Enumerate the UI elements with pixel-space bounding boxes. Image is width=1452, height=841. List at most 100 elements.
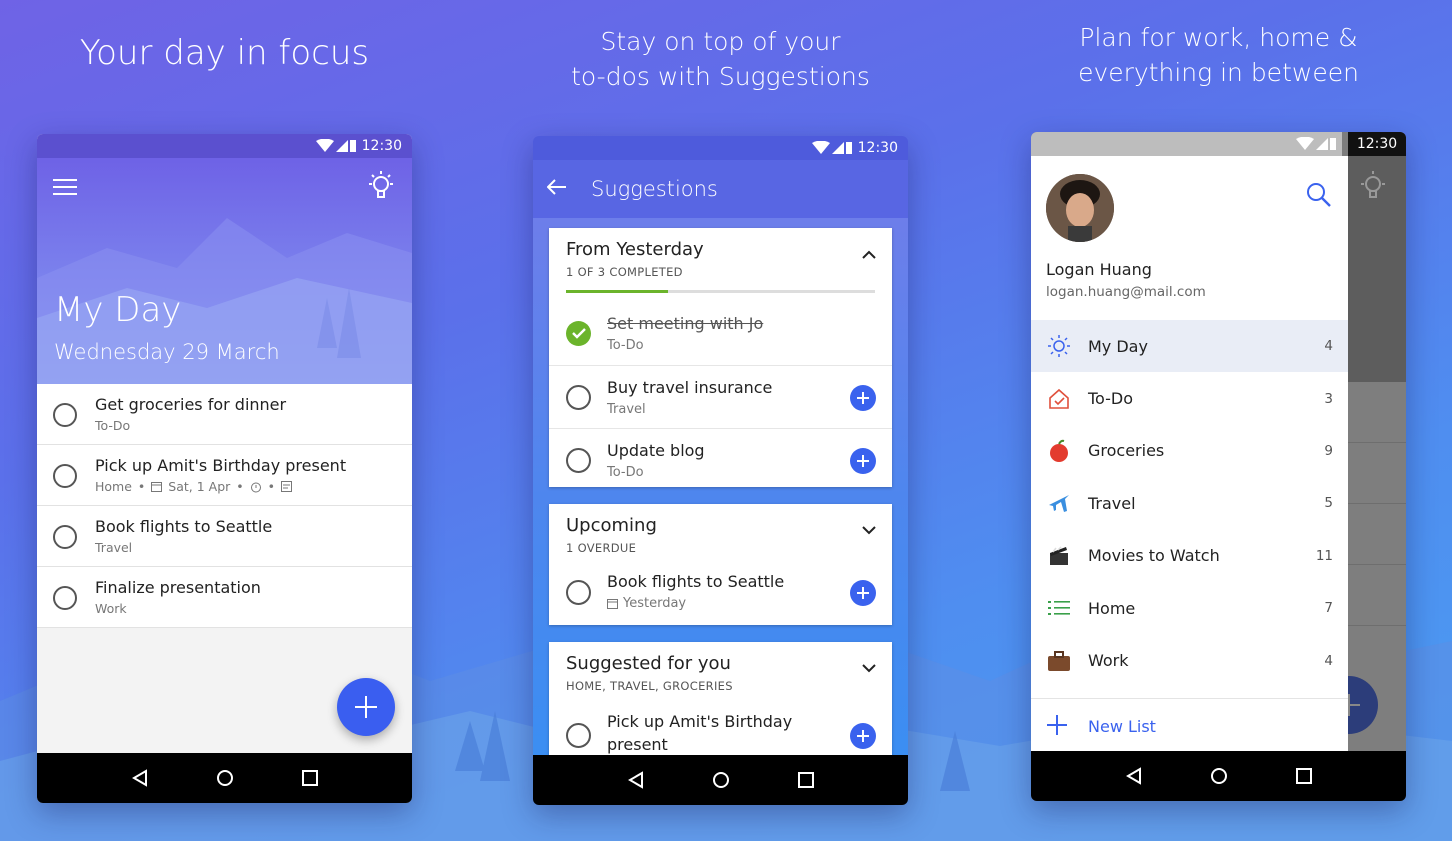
add-to-my-day-button[interactable]: [850, 385, 876, 411]
suggestion-row[interactable]: Set meeting with Jo To-Do: [549, 302, 892, 365]
lightbulb-icon[interactable]: [366, 170, 396, 206]
headline-3-line-2: everything in between: [1078, 58, 1359, 87]
back-arrow-icon[interactable]: [546, 179, 567, 199]
suggestion-title: Pick up Amit's Birthday present: [607, 710, 792, 755]
chevron-down-icon[interactable]: [862, 520, 876, 539]
list-item-home[interactable]: Home 7: [1031, 582, 1348, 634]
section-header[interactable]: Suggested for you HOME, TRAVEL, GROCERIE…: [549, 642, 892, 706]
calendar-icon: [607, 599, 618, 609]
list-item-travel[interactable]: Travel 5: [1031, 477, 1348, 529]
section-heading: From Yesterday: [566, 239, 704, 260]
search-icon[interactable]: [1306, 182, 1332, 212]
signal-icons: [1296, 137, 1336, 151]
suggestions-list: From Yesterday 1 OF 3 COMPLETED Set meet…: [533, 218, 908, 755]
suggestion-list: To-Do: [607, 465, 644, 480]
task-checkbox[interactable]: [566, 385, 591, 410]
add-to-my-day-button[interactable]: [850, 448, 876, 474]
phone-suggestions: 12:30 Suggestions From Yesterday 1 OF 3 …: [533, 136, 908, 805]
back-nav-icon[interactable]: [624, 768, 648, 792]
new-list-label: New List: [1088, 717, 1156, 736]
list-label: Movies to Watch: [1088, 546, 1220, 566]
plus-icon: [1047, 714, 1067, 739]
plus-icon: [857, 730, 869, 742]
avatar[interactable]: [1046, 174, 1114, 242]
chevron-up-icon[interactable]: [862, 244, 876, 263]
recents-nav-icon[interactable]: [1292, 764, 1316, 788]
task-title: Get groceries for dinner: [95, 395, 287, 414]
task-row[interactable]: Pick up Amit's Birthday present Home • S…: [37, 445, 412, 506]
progress-bar: [566, 290, 875, 293]
list-count: 3: [1324, 390, 1333, 407]
list-count: 9: [1324, 442, 1333, 459]
list-count: 4: [1324, 338, 1333, 355]
suggestion-title: Set meeting with Jo: [607, 314, 764, 333]
suggestion-list: Travel: [607, 402, 646, 417]
status-bar: 12:30: [1031, 132, 1406, 156]
task-row[interactable]: Book flights to Seattle Travel: [37, 506, 412, 567]
recents-nav-icon[interactable]: [794, 768, 818, 792]
list-item-groceries[interactable]: Groceries 9: [1031, 425, 1348, 477]
suggestion-row[interactable]: Buy travel insurance Travel: [549, 365, 892, 428]
task-row[interactable]: Finalize presentation Work: [37, 567, 412, 628]
add-to-my-day-button[interactable]: [850, 723, 876, 749]
task-meta: Home • Sat, 1 Apr • •: [95, 479, 293, 494]
chevron-down-icon[interactable]: [862, 658, 876, 677]
task-checkbox[interactable]: [53, 586, 77, 610]
home-nav-icon[interactable]: [1207, 764, 1231, 788]
hamburger-menu-icon[interactable]: [53, 178, 77, 200]
section-header[interactable]: From Yesterday 1 OF 3 COMPLETED: [549, 228, 892, 293]
suggestion-due-date: Yesterday: [623, 596, 687, 611]
suggestion-row[interactable]: Book flights to Seattle Yesterday: [549, 568, 892, 625]
suggestion-list-name: To-Do: [607, 338, 644, 353]
home-nav-icon[interactable]: [213, 766, 237, 790]
task-list-name: To-Do: [95, 418, 131, 433]
task-checkbox[interactable]: [566, 448, 591, 473]
back-nav-icon[interactable]: [1122, 764, 1146, 788]
home-nav-icon[interactable]: [709, 768, 733, 792]
suggestion-list-name: To-Do: [607, 465, 644, 480]
list-item-my-day[interactable]: My Day 4: [1031, 320, 1348, 373]
add-to-my-day-button[interactable]: [850, 580, 876, 606]
dimmed-background-app: [1320, 156, 1406, 751]
page-date: Wednesday 29 March: [54, 340, 280, 364]
status-bar-dim: [1031, 132, 1342, 156]
calendar-icon: [151, 482, 163, 492]
task-row[interactable]: Get groceries for dinner To-Do: [37, 384, 412, 445]
new-list-button[interactable]: New List: [1031, 698, 1348, 754]
status-time: 12:30: [1348, 132, 1406, 156]
android-nav-bar: [1031, 751, 1406, 801]
alarm-icon: [250, 482, 261, 492]
briefcase-icon: [1047, 649, 1071, 673]
plus-icon: [857, 455, 869, 467]
dimmed-row: [1348, 382, 1406, 443]
airplane-icon: [1047, 491, 1071, 515]
headline-2-line-1: Stay on top of your: [600, 27, 841, 56]
list-count: 5: [1324, 495, 1333, 512]
home-check-icon: [1047, 387, 1071, 411]
signal-icons: [315, 139, 356, 153]
android-nav-bar: [533, 755, 908, 805]
task-list: Work: [95, 601, 127, 616]
list-item-movies-to-watch[interactable]: Movies to Watch 11: [1031, 530, 1348, 582]
task-checkbox[interactable]: [53, 464, 77, 488]
list-item-to-do[interactable]: To-Do 3: [1031, 372, 1348, 424]
task-checkbox[interactable]: [566, 580, 591, 605]
task-checkbox[interactable]: [53, 403, 77, 427]
suggestion-row[interactable]: Update blog To-Do: [549, 428, 892, 491]
list-count: 7: [1324, 600, 1333, 617]
section-header[interactable]: Upcoming 1 OVERDUE: [549, 504, 892, 568]
list-label: To-Do: [1088, 389, 1134, 409]
section-upcoming: Upcoming 1 OVERDUE Book flights to Seatt…: [549, 504, 892, 625]
task-list: Travel: [95, 540, 132, 555]
suggestion-row[interactable]: Pick up Amit's Birthday present: [549, 706, 892, 755]
list-item-work[interactable]: Work 4: [1031, 634, 1348, 686]
add-task-button[interactable]: [337, 678, 395, 736]
recents-nav-icon[interactable]: [298, 766, 322, 790]
task-checkbox[interactable]: [566, 723, 591, 748]
task-checkbox[interactable]: [53, 525, 77, 549]
list-label: My Day: [1088, 336, 1148, 356]
back-nav-icon[interactable]: [128, 766, 152, 790]
page-title: My Day: [54, 290, 182, 330]
completed-check-icon[interactable]: [566, 321, 591, 346]
headline-1: Your day in focus: [79, 33, 370, 73]
